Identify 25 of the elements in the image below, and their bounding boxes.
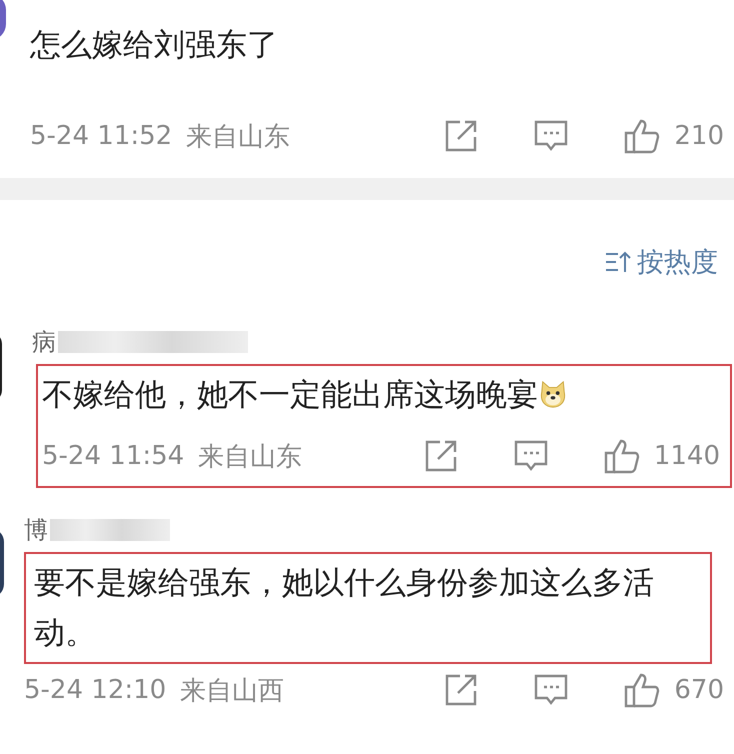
sort-button[interactable]: 按热度 [605,240,718,284]
thumbs-up-icon [624,118,660,154]
thumbs-up-icon [604,438,640,474]
comment-location: 来自山西 [180,674,284,708]
share-icon[interactable] [444,673,478,707]
comment-time: 5-24 11:54 [42,441,184,471]
like-button[interactable]: 210 [624,118,724,154]
comment-location: 来自山东 [198,440,302,474]
comment-text: 怎么嫁给刘强东了 [30,27,278,63]
username[interactable]: 博 [24,514,48,546]
sort-icon [605,250,631,274]
comment-icon[interactable] [534,673,568,707]
comment-time: 5-24 12:10 [24,675,166,705]
comment-time: 5-24 11:52 [30,121,172,151]
comment-location: 来自山东 [186,120,290,154]
share-icon[interactable] [444,119,478,153]
share-icon[interactable] [424,439,458,473]
like-button[interactable]: 1140 [604,438,720,474]
thumbs-up-icon [624,672,660,708]
comment-text: 要不是嫁给强东，她以什么身份参加这么多活动。 [34,565,654,651]
comment-text: 不嫁给他，她不一定能出席这场晚宴 [42,377,568,413]
like-button[interactable]: 670 [624,672,724,708]
comment-icon[interactable] [514,439,548,473]
comment-icon[interactable] [534,119,568,153]
username[interactable]: 病 [32,326,56,358]
